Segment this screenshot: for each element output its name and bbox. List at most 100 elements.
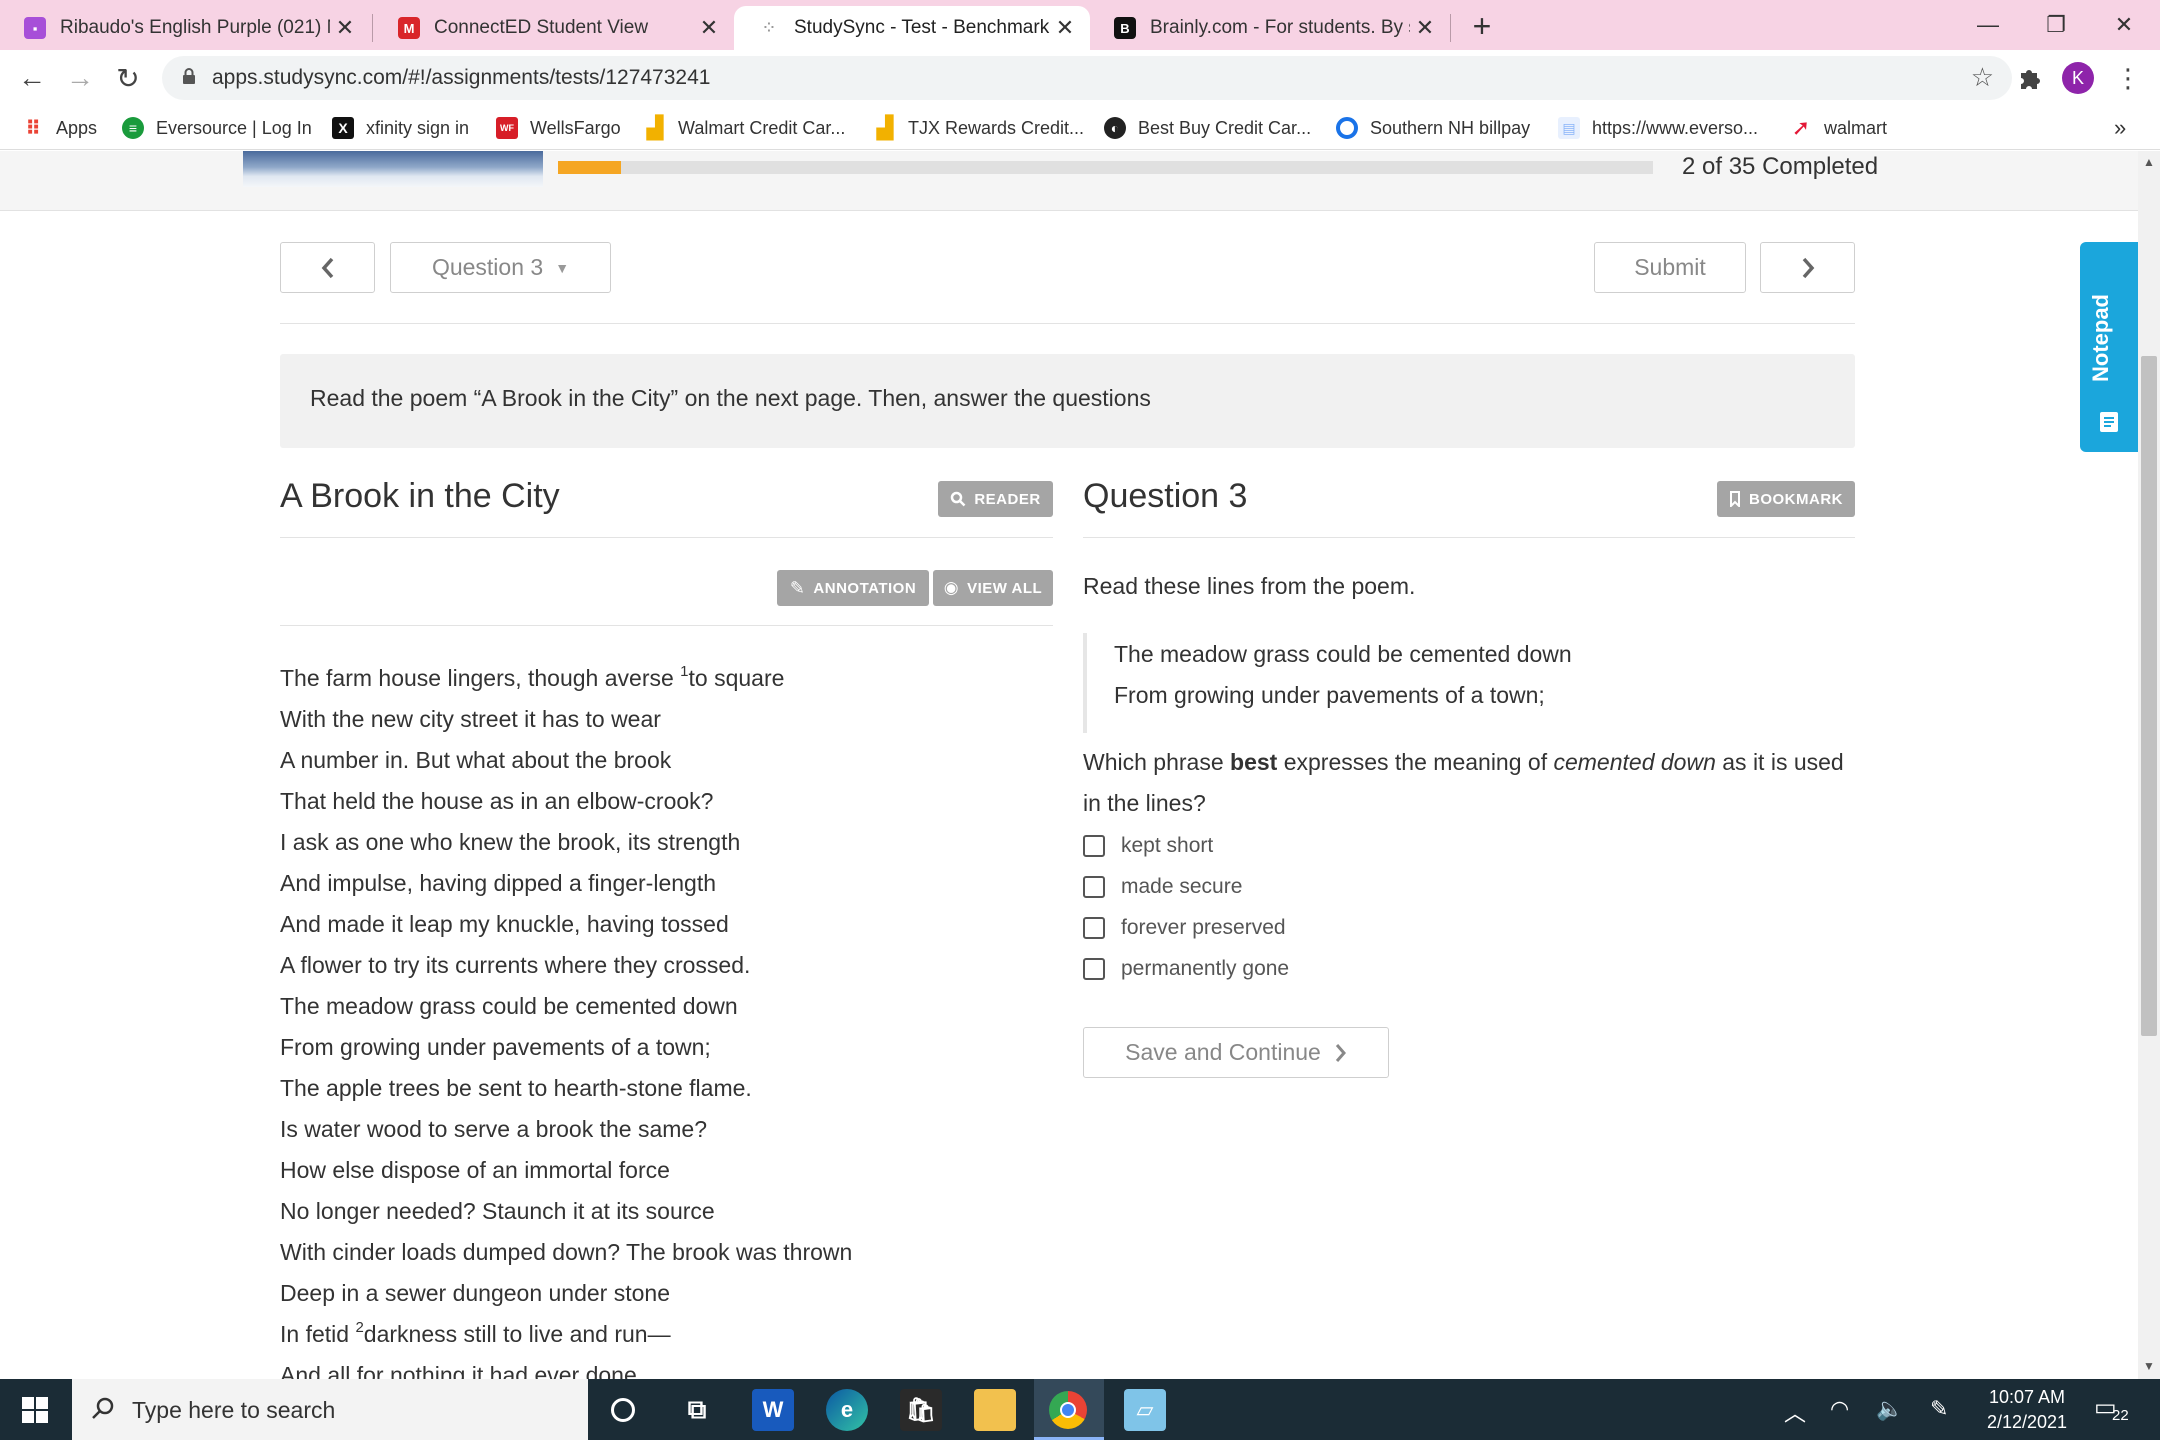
bookmark-walmart[interactable]: ➚ walmart xyxy=(1790,114,1887,142)
store-icon[interactable]: 🛍 xyxy=(900,1389,942,1431)
chrome-icon xyxy=(1049,1391,1087,1429)
volume-icon[interactable]: 🔈 xyxy=(1876,1396,1903,1422)
restore-icon[interactable]: ❐ xyxy=(2022,0,2090,50)
submit-button[interactable]: Submit xyxy=(1594,242,1746,293)
answer-label: forever preserved xyxy=(1121,916,1286,939)
tab-title: Brainly.com - For students. By stu xyxy=(1150,17,1410,38)
view-all-label: VIEW ALL xyxy=(967,579,1043,597)
bookmark-eversource-url[interactable]: ▤ https://www.everso... xyxy=(1558,114,1758,142)
scroll-up-icon[interactable]: ▲ xyxy=(2143,155,2155,169)
bookmark-southern-nh[interactable]: Southern NH billpay xyxy=(1336,114,1530,142)
question-select-dropdown[interactable]: Question 3 ▼ xyxy=(390,242,611,293)
answer-label: made secure xyxy=(1121,875,1243,898)
reader-button[interactable]: READER xyxy=(938,481,1053,517)
minimize-icon[interactable]: — xyxy=(1954,0,2022,50)
bookmark-label: Best Buy Credit Car... xyxy=(1138,117,1312,138)
taskbar-clock[interactable]: 10:07 AM 2/12/2021 xyxy=(1972,1385,2082,1435)
page-scrollbar[interactable]: ▲ ▼ xyxy=(2138,151,2160,1379)
file-explorer-icon[interactable] xyxy=(974,1389,1016,1431)
taskbar-search-box[interactable]: Type here to search xyxy=(72,1379,588,1440)
stem-text: Which phrase xyxy=(1083,749,1231,775)
view-all-button[interactable]: ◉ VIEW ALL xyxy=(933,570,1053,606)
pen-icon[interactable]: ✎ xyxy=(1930,1396,1948,1422)
bookmark-icon xyxy=(1730,491,1740,507)
tab-divider xyxy=(1450,14,1451,42)
poem-line: A number in. But what about the brook xyxy=(280,747,672,773)
bookmark-button[interactable]: BOOKMARK xyxy=(1717,481,1855,517)
answer-checkbox[interactable] xyxy=(1083,876,1105,898)
poem-line: No longer needed? Staunch it at its sour… xyxy=(280,1198,715,1224)
close-tab-icon[interactable]: ✕ xyxy=(1410,15,1440,41)
footnote-marker[interactable]: 2 xyxy=(355,1319,363,1336)
extensions-puzzle-icon[interactable] xyxy=(2010,58,2050,98)
bookmark-tjx[interactable]: ▟ TJX Rewards Credit... xyxy=(874,114,1085,142)
edge-icon[interactable]: e xyxy=(826,1389,868,1431)
chrome-taskbar-button[interactable] xyxy=(1034,1379,1104,1440)
browser-menu-icon[interactable]: ⋮ xyxy=(2108,58,2148,98)
scrollbar-thumb[interactable] xyxy=(2141,356,2157,1036)
bookmark-label: https://www.everso... xyxy=(1592,117,1759,138)
answer-label: permanently gone xyxy=(1121,957,1290,980)
reload-icon[interactable]: ↻ xyxy=(108,58,148,98)
bookmark-wellsfargo[interactable]: WF WellsFargo xyxy=(496,114,621,142)
bookmark-eversource[interactable]: ≡ Eversource | Log In xyxy=(122,114,312,142)
notifications-icon[interactable]: ▭ 22 xyxy=(2094,1393,2134,1427)
windows-start-icon[interactable] xyxy=(22,1397,48,1428)
bookmark-star-icon[interactable]: ☆ xyxy=(1971,62,1994,93)
more-bookmarks-icon[interactable]: » xyxy=(2114,114,2126,142)
scroll-down-icon[interactable]: ▼ xyxy=(2143,1359,2155,1373)
answer-checkbox[interactable] xyxy=(1083,835,1105,857)
poem-line: A flower to try its currents where they … xyxy=(280,952,751,978)
close-tab-icon[interactable]: ✕ xyxy=(1050,15,1080,41)
profile-avatar[interactable]: K xyxy=(2062,62,2094,94)
annotation-button[interactable]: ✎ ANNOTATION xyxy=(777,570,929,606)
bookmark-xfinity[interactable]: X xfinity sign in xyxy=(332,114,469,142)
back-arrow-icon[interactable]: ← xyxy=(12,58,52,98)
bookmark-bestbuy[interactable]: ◐ Best Buy Credit Car... xyxy=(1104,114,1311,142)
poem-line: With cinder loads dumped down? The brook… xyxy=(280,1239,853,1265)
answer-option-kept-short[interactable]: kept short xyxy=(1083,831,1213,861)
bestbuy-icon: ◐ xyxy=(1104,117,1126,139)
brainly-favicon-icon: B xyxy=(1114,17,1136,39)
task-view-icon[interactable]: ⧉ xyxy=(676,1389,718,1431)
footnote-marker[interactable]: 1 xyxy=(680,663,688,680)
save-and-continue-button[interactable]: Save and Continue xyxy=(1083,1027,1389,1078)
calculator-app-icon[interactable]: ▱ xyxy=(1124,1389,1166,1431)
new-tab-button[interactable]: + xyxy=(1462,6,1502,46)
xfinity-icon: X xyxy=(332,117,354,139)
next-question-button[interactable] xyxy=(1760,242,1855,293)
tab-studysync[interactable]: ⁘ StudySync - Test - Benchmark - C ✕ xyxy=(734,6,1090,50)
bookmark-apps[interactable]: ⠿ Apps xyxy=(22,114,97,142)
instruction-text: Read the poem “A Brook in the City” on t… xyxy=(310,385,1151,411)
address-bar[interactable]: apps.studysync.com/#!/assignments/tests/… xyxy=(162,56,2012,100)
browser-tab-strip: ▪ Ribaudo's English Purple (021) M ✕ M C… xyxy=(0,0,2160,50)
close-tab-icon[interactable]: ✕ xyxy=(694,15,724,41)
bookmark-walmart-credit[interactable]: ▟ Walmart Credit Car... xyxy=(644,114,846,142)
answer-checkbox[interactable] xyxy=(1083,917,1105,939)
cortana-icon[interactable] xyxy=(602,1389,644,1431)
poem-line-text: to square xyxy=(688,665,785,691)
bookmarks-bar: ⠿ Apps ≡ Eversource | Log In X xfinity s… xyxy=(0,106,2160,150)
close-tab-icon[interactable]: ✕ xyxy=(330,15,360,41)
close-window-icon[interactable]: ✕ xyxy=(2090,0,2158,50)
answer-option-made-secure[interactable]: made secure xyxy=(1083,872,1242,902)
answer-checkbox[interactable] xyxy=(1083,958,1105,980)
tab-brainly[interactable]: B Brainly.com - For students. By stu ✕ xyxy=(1090,6,1450,50)
tab-ribaudo-english[interactable]: ▪ Ribaudo's English Purple (021) M ✕ xyxy=(0,6,370,50)
poem-line: From growing under pavements of a town; xyxy=(280,1034,711,1060)
chevron-right-icon xyxy=(1335,1043,1346,1062)
tab-connected[interactable]: M ConnectED Student View ✕ xyxy=(374,6,734,50)
answer-option-forever-preserved[interactable]: forever preserved xyxy=(1083,913,1286,943)
forward-arrow-icon[interactable]: → xyxy=(60,58,100,98)
wifi-icon[interactable]: ◠ xyxy=(1830,1396,1849,1422)
bookmark-label: WellsFargo xyxy=(530,117,621,138)
show-hidden-icons-icon[interactable]: ︿ xyxy=(1784,1396,1806,1428)
notepad-tab[interactable]: Notepad xyxy=(2080,242,2138,452)
answer-option-permanently-gone[interactable]: permanently gone xyxy=(1083,954,1289,984)
word-icon[interactable]: W xyxy=(752,1389,794,1431)
poem-line: In fetid 2darkness still to live and run… xyxy=(280,1319,671,1348)
quoted-line: From growing under pavements of a town; xyxy=(1114,682,1545,708)
previous-question-button[interactable] xyxy=(280,242,375,293)
tab-divider xyxy=(372,14,373,42)
url-text[interactable]: apps.studysync.com/#!/assignments/tests/… xyxy=(212,66,710,90)
